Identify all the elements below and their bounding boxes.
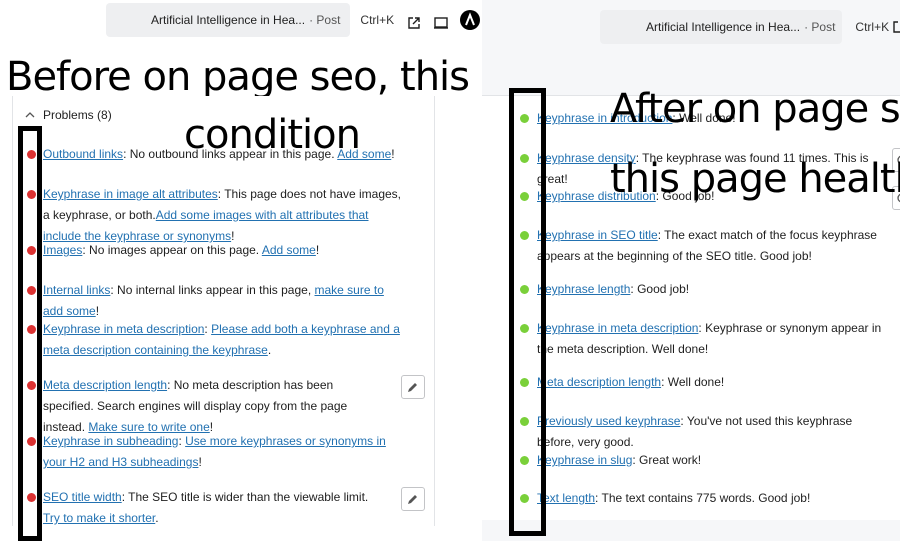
assessment-tail: .: [155, 511, 159, 525]
assessment-link[interactable]: Meta description length: [537, 375, 661, 389]
assessment-link[interactable]: Keyphrase in slug: [537, 453, 632, 467]
problems-label: Problems (8): [43, 108, 112, 122]
command-type: · Post: [804, 20, 836, 34]
assessment-text: : Well done!: [661, 375, 725, 389]
good-result-item: Keyphrase in SEO title: The exact match …: [537, 225, 899, 267]
top-toolbar: Artificial Intelligence in Hea... · Post…: [482, 0, 900, 50]
before-annotation-line1: Before on page seo, this page: [6, 54, 482, 100]
external-link-icon[interactable]: [892, 17, 900, 37]
problem-item: Keyphrase in meta description: Please ad…: [43, 319, 403, 361]
assessment-text: : The text contains 775 words. Good job!: [595, 491, 811, 505]
assessment-text: : No images appear on this page.: [82, 243, 262, 257]
edit-seo-title-button[interactable]: [401, 487, 425, 511]
command-shortcut: Ctrl+K: [855, 20, 890, 34]
after-annotation-line1: After on page seo: [610, 86, 900, 132]
assessment-link[interactable]: Keyphrase in subheading: [43, 434, 178, 448]
assessment-link[interactable]: Keyphrase in meta description: [43, 322, 204, 336]
command-palette-button[interactable]: Artificial Intelligence in Hea... · Post…: [600, 10, 889, 44]
problem-item: SEO title width: The SEO title is wider …: [43, 487, 383, 529]
assessment-text: : Good job!: [630, 282, 690, 296]
good-result-item: Keyphrase in slug: Great work!: [537, 450, 887, 471]
assessment-link[interactable]: Outbound links: [43, 147, 123, 161]
highlight-box: [509, 88, 546, 536]
command-shortcut: Ctrl+K: [360, 13, 395, 27]
pencil-icon: [408, 495, 417, 504]
command-type: · Post: [309, 13, 341, 27]
assessment-tail: !: [95, 304, 100, 318]
problems-panel: Problems (8) Outbound links: No outbound…: [12, 96, 435, 526]
good-result-item: Previously used keyphrase: You've not us…: [537, 411, 887, 453]
assessment-tail: !: [198, 455, 202, 469]
good-result-item: Keyphrase length: Good job!: [537, 279, 887, 300]
good-result-item: Meta description length: Well done!: [537, 372, 887, 393]
problem-item: Meta description length: No meta descrip…: [43, 375, 383, 438]
after-annotation-line2: this page health: [610, 156, 900, 202]
before-screenshot-panel: Artificial Intelligence in Hea... · Post…: [0, 0, 482, 541]
preview-icon[interactable]: [431, 13, 451, 33]
astra-logo-icon[interactable]: [459, 9, 481, 31]
assessment-tail: !: [391, 147, 395, 161]
command-palette-button[interactable]: Artificial Intelligence in Hea... · Post…: [106, 3, 394, 37]
assessment-text: : No internal links appear in this page,: [110, 283, 315, 297]
assessment-link[interactable]: Internal links: [43, 283, 110, 297]
assessment-link[interactable]: Images: [43, 243, 82, 257]
problem-item: Keyphrase in image alt attributes: This …: [43, 184, 403, 247]
fix-link[interactable]: Try to make it shorter: [43, 511, 155, 525]
assessment-link[interactable]: Meta description length: [43, 378, 167, 392]
assessment-text: : The SEO title is wider than the viewab…: [121, 490, 369, 504]
before-annotation-line2: condition: [184, 112, 361, 158]
assessment-link[interactable]: Keyphrase in image alt attributes: [43, 187, 218, 201]
assessment-tail: .: [267, 343, 272, 357]
problem-item: Internal links: No internal links appear…: [43, 280, 403, 322]
assessment-text: : Great work!: [632, 453, 702, 467]
highlight-box: [18, 126, 42, 541]
after-screenshot-panel: Artificial Intelligence in Hea... · Post…: [482, 0, 900, 541]
command-title: Artificial Intelligence in Hea...: [151, 13, 306, 27]
problems-toggle[interactable]: Problems (8): [25, 108, 112, 122]
assessment-link[interactable]: Keyphrase in SEO title: [537, 228, 658, 242]
good-result-item: Text length: The text contains 775 words…: [537, 488, 887, 509]
assessment-link[interactable]: Keyphrase in meta description: [537, 321, 698, 335]
chevron-up-icon: [25, 112, 35, 118]
assessment-link[interactable]: Previously used keyphrase: [537, 414, 680, 428]
pencil-icon: [408, 383, 417, 392]
assessment-tail: !: [315, 243, 320, 257]
assessment-link[interactable]: Keyphrase length: [537, 282, 630, 296]
external-link-icon[interactable]: [404, 13, 424, 33]
fix-link[interactable]: Add some: [262, 243, 316, 257]
assessment-link[interactable]: SEO title width: [43, 490, 122, 504]
command-title: Artificial Intelligence in Hea...: [646, 20, 801, 34]
problem-item: Images: No images appear on this page. A…: [43, 240, 403, 261]
good-result-item: Keyphrase in meta description: Keyphrase…: [537, 318, 899, 360]
top-toolbar: Artificial Intelligence in Hea... · Post…: [0, 0, 482, 50]
problem-item: Keyphrase in subheading: Use more keyphr…: [43, 431, 403, 473]
edit-meta-description-button[interactable]: [401, 375, 425, 399]
